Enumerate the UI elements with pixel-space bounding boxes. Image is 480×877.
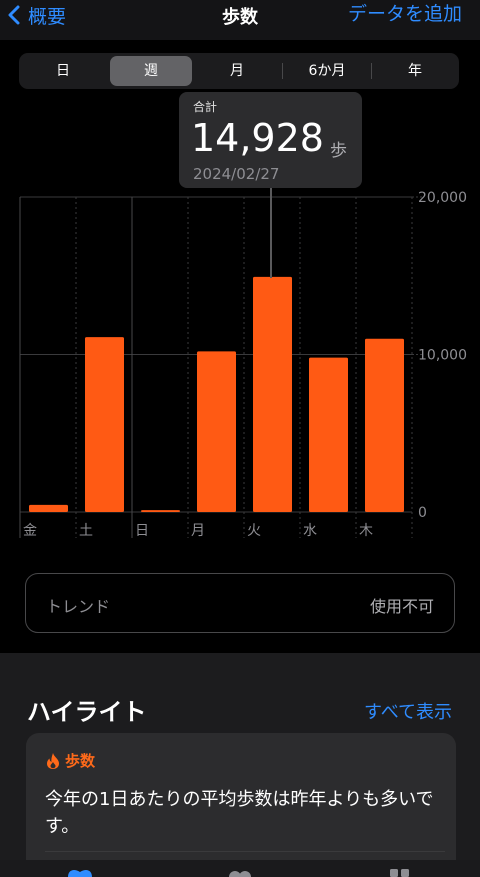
x-tick-label: 水 [303,523,317,539]
heart-icon[interactable] [66,868,94,877]
selection-tooltip: 合計 14,928 歩 2024/02/27 [179,92,362,188]
browse-icon[interactable] [388,868,412,877]
trend-status: 使用不可 [369,597,434,616]
chart-bar [309,357,348,512]
x-tick-label: 火 [247,523,261,539]
tooltip-pointer-line [270,188,272,278]
y-tick-label: 20,000 [418,190,467,206]
x-tick-label: 土 [79,523,93,539]
tab-bar [0,860,480,877]
sharing-icon[interactable] [226,868,254,877]
trend-label: トレンド [46,597,111,616]
highlight-text: 今年の1日あたりの平均歩数は昨年よりも多いです。 [45,789,434,837]
tooltip-date: 2024/02/27 [193,165,280,183]
x-tick-label: 木 [359,523,373,539]
tooltip-label: 合計 [193,100,218,114]
y-tick-label: 0 [418,505,427,521]
highlight-category: 歩数 [45,750,95,771]
segment-divider [282,63,283,79]
trend-card[interactable]: トレンド 使用不可 [25,573,455,633]
add-data-button[interactable]: データを追加 [348,0,462,30]
segment-six-months[interactable]: 6か月 [285,56,369,86]
segment-divider [371,63,372,79]
nav-bar: 概要 歩数 データを追加 [0,0,480,40]
tooltip-value: 14,928 [191,116,324,160]
chart-bar [85,337,124,512]
x-tick-label: 月 [191,523,205,539]
chart-bar [365,338,404,512]
x-tick-label: 日 [135,523,149,539]
x-tick-label: 金 [23,523,37,539]
tooltip-unit: 歩 [330,141,347,161]
highlights-section: ハイライト すべて表示 歩数 今年の1日あたりの平均歩数は昨年よりも多いです。 [0,653,480,877]
highlight-divider [45,851,445,852]
chart-bar [29,504,68,512]
segment-week[interactable]: 週 [110,56,192,86]
chart-bar [197,351,236,512]
highlight-card[interactable]: 歩数 今年の1日あたりの平均歩数は昨年よりも多いです。 [26,733,456,877]
segment-month[interactable]: 月 [196,56,278,86]
segment-day[interactable]: 日 [22,56,104,86]
segment-year[interactable]: 年 [374,56,456,86]
chart-bar [141,510,180,512]
show-all-link[interactable]: すべて表示 [364,698,452,724]
flame-icon [47,752,59,769]
highlight-category-label: 歩数 [65,752,96,770]
steps-bar-chart[interactable]: 金 土 日 月 火 水 木 0 10,000 20,000 [0,188,480,548]
chart-bar [253,276,292,512]
period-segmented-control: 日 週 月 6か月 年 [19,53,459,89]
highlights-title: ハイライト [27,698,147,726]
y-tick-label: 10,000 [418,348,467,364]
